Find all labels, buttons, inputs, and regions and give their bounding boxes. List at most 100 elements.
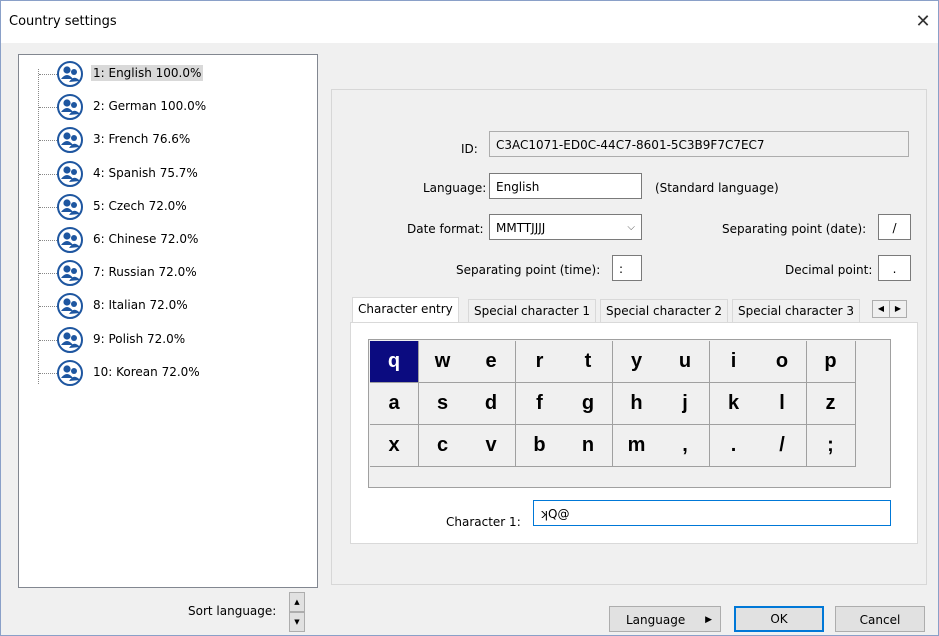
- tree-branch-line: [39, 140, 57, 142]
- globe-people-icon: [57, 94, 83, 121]
- decimal-point-label: Decimal point:: [785, 263, 873, 277]
- cancel-button[interactable]: Cancel: [835, 606, 925, 632]
- language-field[interactable]: English: [489, 173, 642, 199]
- language-label: Language:: [423, 181, 487, 195]
- tree-item[interactable]: 2: German 100.0%: [19, 92, 315, 122]
- globe-people-icon: [57, 359, 83, 386]
- window-title: Country settings: [9, 14, 117, 29]
- id-label: ID:: [461, 142, 478, 156]
- tab-character-entry[interactable]: Character entry: [352, 297, 459, 323]
- sort-language-spinner[interactable]: ▲ ▼: [289, 592, 305, 632]
- keyboard-key[interactable]: q: [370, 341, 419, 383]
- keyboard-key[interactable]: e: [467, 341, 516, 383]
- chevron-down-icon[interactable]: ⌵: [627, 215, 635, 241]
- tree-item[interactable]: 7: Russian 72.0%: [19, 258, 315, 288]
- globe-people-icon: [57, 61, 83, 87]
- tree-item[interactable]: 10: Korean 72.0%: [19, 358, 315, 388]
- standard-language-note: (Standard language): [655, 181, 779, 195]
- keyboard-key[interactable]: h: [612, 383, 662, 425]
- keyboard-key[interactable]: .: [709, 425, 759, 467]
- keyboard-key[interactable]: g: [564, 383, 613, 425]
- tree-branch-line: [39, 74, 57, 75]
- tree-item-label: 3: French 76.6%: [93, 132, 191, 147]
- tree-item-label: 6: Chinese 72.0%: [93, 232, 199, 246]
- keyboard-key[interactable]: t: [564, 341, 613, 383]
- tree-branch-line: [39, 372, 57, 374]
- tree-item-label: 7: Russian 72.0%: [93, 265, 197, 280]
- keyboard-key[interactable]: f: [515, 383, 565, 425]
- tree-item-label: 9: Polish 72.0%: [93, 331, 186, 346]
- tree-item[interactable]: 3: French 76.6%: [19, 125, 315, 155]
- tree-branch-line: [39, 173, 57, 175]
- tab-scroll-left-icon[interactable]: ◀: [872, 300, 890, 318]
- title-bar: Country settings ✕: [1, 1, 938, 43]
- keyboard-key[interactable]: d: [467, 383, 516, 425]
- keyboard-key[interactable]: r: [515, 341, 565, 383]
- keyboard-key[interactable]: o: [758, 341, 807, 383]
- tree-branch-line: [39, 107, 57, 109]
- date-format-value: MMTTJJJJ: [496, 221, 546, 235]
- keyboard-key[interactable]: a: [370, 383, 419, 425]
- tree-item[interactable]: 9: Polish 72.0%: [19, 325, 315, 355]
- keyboard-key[interactable]: x: [370, 425, 419, 467]
- tree-item[interactable]: 5: Czech 72.0%: [19, 192, 315, 222]
- tree-branch-line: [39, 206, 57, 208]
- keyboard-key[interactable]: u: [661, 341, 710, 383]
- tree-item-label: 1: English 100.0%: [91, 65, 204, 81]
- globe-people-icon: [57, 193, 83, 220]
- tree-item-label: 4: Spanish 75.7%: [93, 165, 198, 180]
- keyboard-key[interactable]: v: [467, 425, 516, 467]
- globe-people-icon: [57, 326, 83, 353]
- character-tabs: Character entry Special character 1 Spec…: [350, 297, 916, 323]
- character-1-field[interactable]: ʞQ@: [533, 500, 891, 526]
- id-field: C3AC1071-ED0C-44C7-8601-5C3B9F7C7EC7: [489, 131, 909, 157]
- tab-special-character-2[interactable]: Special character 2: [600, 299, 728, 322]
- keyboard-key[interactable]: n: [564, 425, 613, 467]
- close-icon[interactable]: ✕: [910, 9, 936, 35]
- globe-people-icon: [57, 227, 83, 253]
- sep-date-field[interactable]: /: [878, 214, 911, 240]
- keyboard-key[interactable]: s: [418, 383, 468, 425]
- keyboard-key[interactable]: w: [418, 341, 468, 383]
- language-menu-button[interactable]: Language ▶: [609, 606, 721, 632]
- tree-item-label: 5: Czech 72.0%: [93, 198, 187, 213]
- keyboard-key[interactable]: y: [612, 341, 662, 383]
- keyboard-key[interactable]: z: [806, 383, 856, 425]
- keyboard-key[interactable]: b: [515, 425, 565, 467]
- language-tree[interactable]: 1: English 100.0% 2: German 100.0% 3: Fren…: [18, 54, 318, 588]
- tab-special-character-1[interactable]: Special character 1: [468, 299, 596, 322]
- tree-item[interactable]: 1: English 100.0%: [19, 59, 315, 89]
- sort-down-icon[interactable]: ▼: [289, 612, 305, 632]
- ok-button[interactable]: OK: [734, 606, 824, 632]
- sort-up-icon[interactable]: ▲: [289, 592, 305, 612]
- keyboard-key[interactable]: l: [758, 383, 807, 425]
- tree-item[interactable]: 6: Chinese 72.0%: [19, 225, 315, 255]
- tree-branch-line: [39, 273, 57, 275]
- tab-scroll-right-icon[interactable]: ▶: [889, 300, 907, 318]
- sep-time-field[interactable]: :: [612, 255, 642, 281]
- tree-item[interactable]: 4: Spanish 75.7%: [19, 159, 315, 189]
- keyboard-key[interactable]: p: [806, 341, 856, 383]
- globe-people-icon: [57, 260, 83, 287]
- keyboard-key[interactable]: i: [709, 341, 759, 383]
- sort-language-label: Sort language:: [188, 604, 277, 618]
- keyboard-key[interactable]: j: [661, 383, 710, 425]
- date-format-select[interactable]: MMTTJJJJ ⌵: [489, 214, 642, 240]
- tree-branch-line: [39, 240, 57, 241]
- tree-branch-line: [39, 306, 57, 308]
- keyboard-key[interactable]: /: [758, 425, 807, 467]
- date-format-label: Date format:: [407, 222, 484, 236]
- keyboard-key[interactable]: ,: [661, 425, 710, 467]
- tab-special-character-3[interactable]: Special character 3: [732, 299, 860, 322]
- character-1-label: Character 1:: [446, 515, 521, 529]
- keyboard-key[interactable]: m: [612, 425, 662, 467]
- tree-branch-line: [39, 339, 57, 341]
- keyboard-key[interactable]: ;: [806, 425, 856, 467]
- tree-item[interactable]: 8: Italian 72.0%: [19, 291, 315, 321]
- triangle-right-icon: ▶: [705, 615, 712, 625]
- keyboard-key[interactable]: k: [709, 383, 759, 425]
- tab-scroll-buttons: ◀ ▶: [872, 300, 908, 318]
- decimal-point-field[interactable]: .: [878, 255, 911, 281]
- keyboard-key[interactable]: c: [418, 425, 468, 467]
- sep-time-label: Separating point (time):: [456, 263, 601, 277]
